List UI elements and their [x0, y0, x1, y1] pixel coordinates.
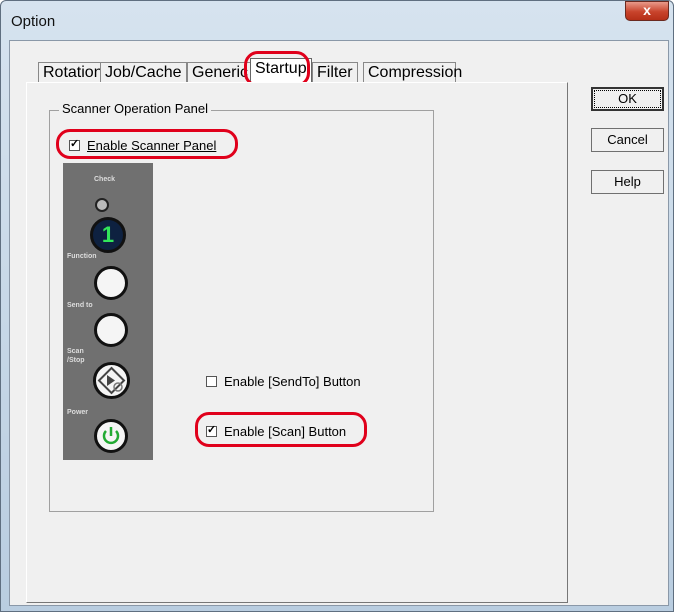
- group-label: Scanner Operation Panel: [59, 101, 211, 116]
- function-label: Function: [67, 253, 97, 260]
- close-button[interactable]: x: [625, 1, 669, 21]
- display-panel: 1: [90, 217, 126, 253]
- check-label: Check: [94, 176, 116, 183]
- window-title: Option: [11, 13, 56, 30]
- function-button: [94, 266, 128, 300]
- scan-button: [93, 362, 130, 399]
- power-button: [94, 419, 128, 453]
- power-icon: [102, 427, 120, 445]
- check-led: [95, 198, 109, 212]
- send-to-label: Send to: [67, 302, 93, 309]
- send-to-button: [94, 313, 128, 347]
- scan-button-highlight: [195, 412, 367, 447]
- scanner-panel-highlight: [56, 129, 238, 159]
- scan-icon: [97, 366, 126, 395]
- scan-stop-label: Scan /Stop: [67, 348, 85, 364]
- cancel-button[interactable]: Cancel: [591, 128, 664, 152]
- tab-job-cache[interactable]: Job/Cache: [100, 62, 187, 82]
- scanner-panel-image: Check 1 Function Send to Scan /Stop Powe…: [63, 163, 153, 460]
- ok-button[interactable]: OK: [591, 87, 664, 111]
- tab-compression[interactable]: Compression: [363, 62, 462, 82]
- checkbox-box[interactable]: [206, 376, 217, 387]
- tab-filter[interactable]: Filter: [312, 62, 358, 82]
- enable-sendto-label: Enable [SendTo] Button: [224, 374, 361, 389]
- help-button[interactable]: Help: [591, 170, 664, 194]
- power-label: Power: [67, 409, 89, 416]
- close-icon: x: [643, 2, 651, 18]
- tab-rotation[interactable]: Rotation: [38, 62, 108, 82]
- enable-sendto-checkbox[interactable]: Enable [SendTo] Button: [206, 374, 361, 389]
